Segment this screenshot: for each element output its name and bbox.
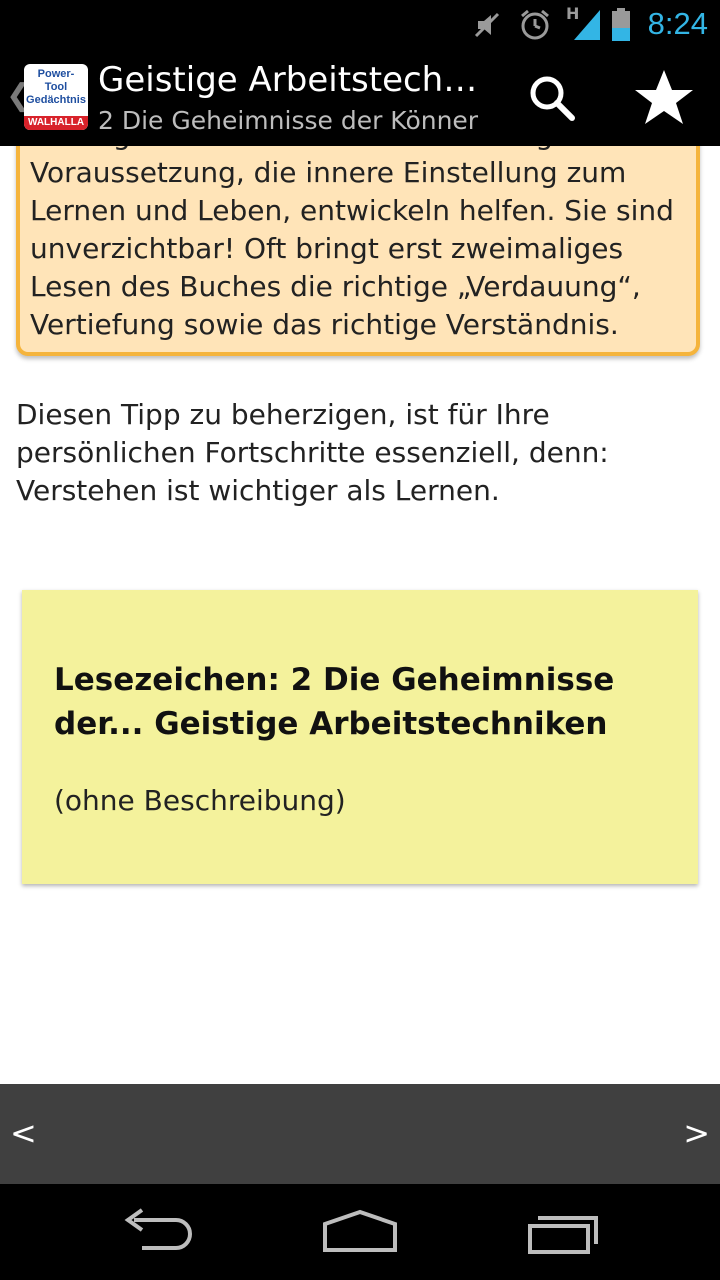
tip-box: Eintragen verbessern und die wichtigste … xyxy=(16,146,700,356)
page-subtitle: 2 Die Geheimnisse der Könner xyxy=(98,106,479,135)
muted-speaker-icon xyxy=(474,12,500,38)
battery-icon xyxy=(612,8,630,41)
bookmark-title: Lesezeichen: 2 Die Geheimnisse der... Ge… xyxy=(54,662,615,742)
tip-text: Eintragen verbessern und die wichtigste … xyxy=(30,146,674,341)
recent-apps-icon[interactable] xyxy=(518,1206,608,1258)
body-paragraph: Diesen Tipp zu beherzigen, ist für Ihre … xyxy=(16,398,609,507)
system-nav-bar xyxy=(0,1184,720,1280)
clock-time: 8:24 xyxy=(647,6,708,41)
next-page-button[interactable]: > xyxy=(683,1114,710,1152)
page-title: Geistige Arbeitstechniken xyxy=(98,60,498,100)
bookmark-description: (ohne Beschreibung) xyxy=(54,784,346,817)
reader-content[interactable]: Eintragen verbessern und die wichtigste … xyxy=(0,146,720,1084)
home-icon[interactable] xyxy=(315,1206,405,1258)
search-icon[interactable] xyxy=(518,64,586,132)
alarm-clock-icon xyxy=(521,9,549,40)
previous-page-button[interactable]: < xyxy=(10,1114,37,1152)
pager-bar: < > xyxy=(0,1084,720,1184)
bookmark-note[interactable]: Lesezeichen: 2 Die Geheimnisse der... Ge… xyxy=(22,590,698,884)
star-icon[interactable] xyxy=(630,64,698,132)
action-bar: ❮ Power- Tool Gedächtnis WALHALLA Geisti… xyxy=(0,50,720,146)
logo-band: WALHALLA xyxy=(24,116,88,130)
back-icon[interactable] xyxy=(116,1206,206,1258)
signal-icon xyxy=(574,10,600,40)
status-bar: H 8:24 xyxy=(0,0,720,50)
logo-text: Power- Tool Gedächtnis xyxy=(26,68,86,106)
app-logo[interactable]: Power- Tool Gedächtnis WALHALLA xyxy=(24,64,88,130)
